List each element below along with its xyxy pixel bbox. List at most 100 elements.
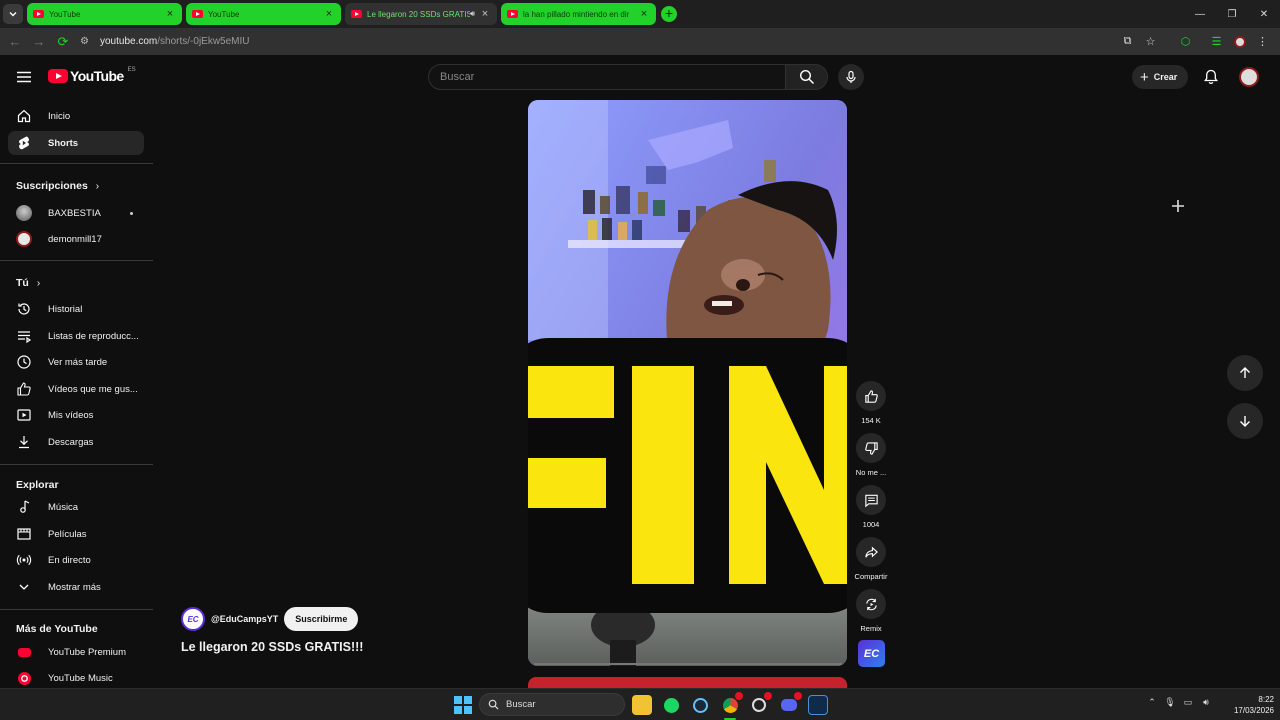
channel-handle[interactable]: @EduCampsYT	[211, 614, 278, 624]
sidebar-item-label: Vídeos que me gus...	[48, 383, 138, 395]
app-icon[interactable]	[749, 692, 772, 715]
speaker-icon[interactable]: 🔊︎	[1197, 697, 1215, 708]
channel-thumbnail[interactable]: EC	[858, 640, 885, 667]
comments-button[interactable]: 1004	[852, 485, 890, 529]
divider	[0, 260, 153, 261]
sidebar-item-label: Shorts	[48, 137, 79, 149]
site-info-icon[interactable]: ⚙	[80, 36, 100, 47]
sidebar-item-mis-videos[interactable]: Mis vídeos	[8, 403, 144, 427]
minimize-icon[interactable]: —	[1184, 0, 1216, 28]
subscriptions-header[interactable]: Suscripciones ›	[16, 180, 99, 192]
music-icon	[16, 499, 32, 515]
sidebar-item-shorts[interactable]: Shorts	[8, 131, 144, 155]
extensions-icon[interactable]: ⬡	[1174, 30, 1197, 53]
profile-avatar-icon[interactable]	[1228, 30, 1251, 53]
sidebar-item-demonmill17[interactable]: demonmill17	[8, 227, 144, 251]
chrome-icon[interactable]	[720, 692, 743, 720]
close-window-icon[interactable]: ✕	[1248, 0, 1280, 28]
steam-icon[interactable]	[690, 695, 710, 715]
sidebar-item-baxbestia[interactable]: BAXBESTIA	[8, 201, 144, 225]
short-title[interactable]: Le llegaron 20 SSDs GRATIS!!!	[181, 640, 363, 654]
sidebar-item-youtube-music[interactable]: YouTube Music	[8, 666, 144, 688]
next-short-button[interactable]	[1227, 403, 1263, 439]
display-icon[interactable]: ▭	[1179, 697, 1197, 708]
chevron-up-icon[interactable]: ⌃	[1143, 697, 1161, 708]
shorts-video-player[interactable]	[528, 100, 847, 666]
sidebar-item-youtube-premium[interactable]: YouTube Premium	[8, 640, 144, 664]
sidebar-item-label: Inicio	[48, 110, 71, 122]
voice-search-button[interactable]	[838, 64, 864, 90]
close-icon[interactable]: ×	[479, 8, 491, 20]
my-videos-icon	[16, 407, 32, 423]
you-header[interactable]: Tú ›	[16, 277, 40, 289]
spotify-icon[interactable]	[661, 695, 681, 715]
dislike-button[interactable]: No me ...	[852, 433, 890, 477]
tab-search-button[interactable]	[3, 4, 23, 24]
short-metadata: EC @EduCampsYT Suscribirme Le llegaron 2…	[181, 607, 363, 654]
sidebar-item-videos-gustan[interactable]: Vídeos que me gus...	[8, 377, 144, 401]
sidebar-item-label: YouTube Music	[48, 672, 113, 684]
live-icon	[16, 552, 32, 568]
channel-initials: EC	[863, 647, 880, 660]
video-frame	[528, 100, 847, 666]
address-bar[interactable]: ⚙ youtube.com/shorts/-0jEkw5eMIU	[80, 31, 1110, 52]
reading-list-icon[interactable]: ☰	[1205, 30, 1228, 53]
browser-tab-active[interactable]: Le llegaron 20 SSDs GRATIS 🔊︎ ×	[345, 3, 497, 25]
like-button[interactable]: 154 K	[852, 381, 890, 425]
youtube-logo[interactable]: YouTube ES	[48, 67, 136, 84]
speaker-icon[interactable]: 🔊︎	[470, 9, 475, 19]
close-icon[interactable]: ×	[323, 8, 335, 20]
restore-icon[interactable]: ❐	[1216, 0, 1248, 28]
bookmark-star-icon[interactable]: ☆	[1139, 30, 1162, 53]
sidebar-item-label: Mostrar más	[48, 581, 101, 593]
close-icon[interactable]: ×	[638, 8, 650, 20]
country-code: ES	[127, 67, 136, 73]
file-explorer-icon[interactable]	[632, 695, 652, 715]
cast-icon[interactable]: ⧉	[1116, 30, 1139, 53]
reload-icon[interactable]: ⟳	[51, 30, 75, 54]
channel-avatar[interactable]: EC	[181, 607, 205, 631]
youtube-masthead: YouTube ES + Crear	[0, 55, 1280, 99]
close-icon[interactable]: ×	[164, 8, 176, 20]
browser-tab-youtube-2[interactable]: YouTube ×	[186, 3, 341, 25]
discord-icon[interactable]	[779, 692, 802, 715]
search-button[interactable]	[786, 64, 828, 90]
microphone-icon[interactable]: 🎙︎	[1161, 697, 1179, 708]
sidebar-item-descargas[interactable]: Descargas	[8, 430, 144, 454]
browser-tab-4[interactable]: la han pillado mintiendo en dir ×	[501, 3, 656, 25]
previous-short-button[interactable]	[1227, 355, 1263, 391]
sidebar-item-en-directo[interactable]: En directo	[8, 548, 144, 572]
subscribe-button[interactable]: Suscribirme	[284, 607, 359, 631]
menu-kebab-icon[interactable]: ⋮	[1251, 30, 1274, 53]
search-input[interactable]	[440, 71, 760, 83]
sidebar-item-ver-mas-tarde[interactable]: Ver más tarde	[8, 350, 144, 374]
new-tab-button[interactable]: +	[661, 6, 677, 22]
browser-tab-youtube-1[interactable]: YouTube ×	[27, 3, 182, 25]
hamburger-menu-icon[interactable]	[14, 67, 34, 87]
chevron-right-icon: ›	[36, 277, 41, 289]
sidebar-item-inicio[interactable]: Inicio	[8, 104, 144, 128]
forward-icon[interactable]: →	[27, 30, 51, 54]
share-button[interactable]: Compartir	[852, 537, 890, 581]
back-icon[interactable]: ←	[3, 30, 27, 54]
taskbar-search[interactable]: Buscar	[479, 693, 625, 716]
sidebar-item-musica[interactable]: Música	[8, 495, 144, 519]
account-avatar[interactable]	[1239, 67, 1259, 87]
remix-button[interactable]: Remix	[852, 589, 890, 633]
system-clock[interactable]: 8:22 17/03/2026	[1222, 694, 1274, 716]
section-title: Explorar	[16, 479, 59, 491]
notifications-bell-icon[interactable]	[1202, 68, 1220, 86]
video-progress-bar[interactable]	[534, 663, 842, 665]
sidebar-item-peliculas[interactable]: Películas	[8, 522, 144, 546]
sidebar-item-listas[interactable]: Listas de reproducc...	[8, 324, 144, 348]
sidebar-item-mostrar-mas[interactable]: Mostrar más	[8, 575, 144, 599]
channel-row: EC @EduCampsYT Suscribirme	[181, 607, 363, 631]
sidebar-item-historial[interactable]: Historial	[8, 297, 144, 321]
app-icon[interactable]	[808, 695, 828, 715]
create-button[interactable]: + Crear	[1132, 65, 1189, 89]
arrow-up-icon	[1240, 367, 1250, 378]
next-short-preview[interactable]	[528, 677, 847, 688]
search-box[interactable]	[428, 64, 786, 90]
notification-badge	[764, 692, 772, 700]
windows-start-icon[interactable]	[454, 696, 472, 714]
